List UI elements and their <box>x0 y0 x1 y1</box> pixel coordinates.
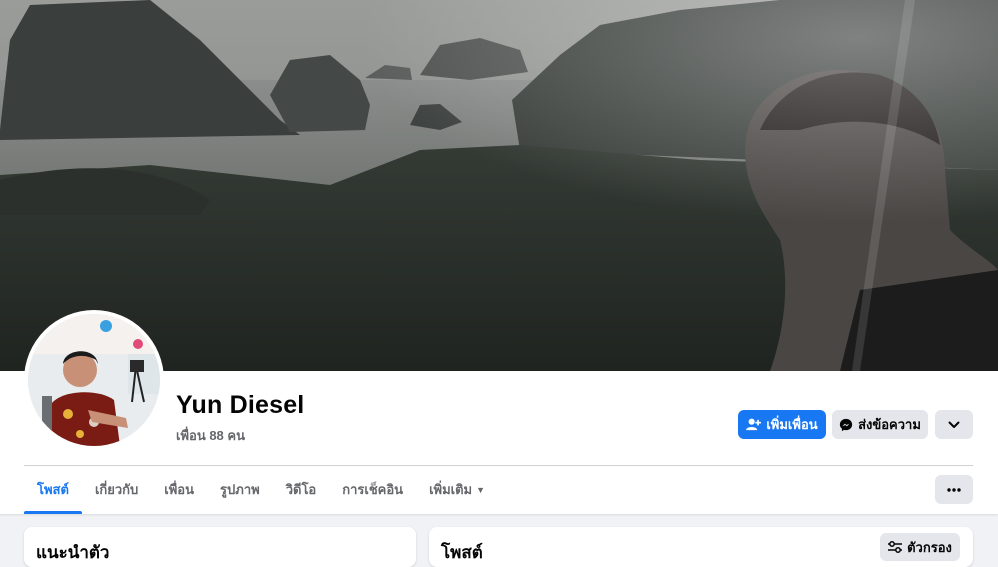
add-friend-button[interactable]: เพิ่มเพื่อน <box>738 410 826 439</box>
tab-more[interactable]: เพิ่มเติม ▼ <box>416 466 498 514</box>
posts-card: โพสต์ ตัวกรอง <box>429 527 973 567</box>
tab-checkins[interactable]: การเช็คอิน <box>329 466 416 514</box>
more-options-button[interactable] <box>935 475 973 504</box>
cover-landscape <box>0 0 998 371</box>
tab-photos[interactable]: รูปภาพ <box>207 466 273 514</box>
add-friend-label: เพิ่มเพื่อน <box>766 417 818 432</box>
posts-card-title: โพสต์ <box>441 543 483 562</box>
friends-count[interactable]: เพื่อน 88 คน <box>176 425 245 446</box>
profile-tabs: โพสต์ เกี่ยวกับ เพื่อน รูปภาพ วิดีโอ การ… <box>24 466 498 514</box>
caret-down-icon: ▼ <box>476 485 486 495</box>
intro-card-title: แนะนำตัว <box>36 543 110 562</box>
avatar[interactable] <box>28 314 160 446</box>
profile-name: Yun Diesel <box>176 391 305 419</box>
message-label: ส่งข้อความ <box>858 417 921 432</box>
chevron-down-icon <box>948 421 960 428</box>
intro-card: แนะนำตัว <box>24 527 416 567</box>
cover-photo[interactable] <box>0 0 998 371</box>
profile-dropdown-button[interactable] <box>935 410 973 439</box>
tab-videos[interactable]: วิดีโอ <box>273 466 330 514</box>
tab-about[interactable]: เกี่ยวกับ <box>82 466 151 514</box>
person-add-icon <box>746 418 762 431</box>
avatar-photo <box>28 314 160 446</box>
filter-label: ตัวกรอง <box>907 539 952 555</box>
sliders-icon <box>888 541 903 553</box>
messenger-icon <box>839 418 853 431</box>
filter-button[interactable]: ตัวกรอง <box>880 533 960 561</box>
tab-friends[interactable]: เพื่อน <box>151 466 207 514</box>
tab-posts[interactable]: โพสต์ <box>24 466 82 514</box>
more-icon <box>947 487 961 492</box>
message-button[interactable]: ส่งข้อความ <box>832 410 928 439</box>
